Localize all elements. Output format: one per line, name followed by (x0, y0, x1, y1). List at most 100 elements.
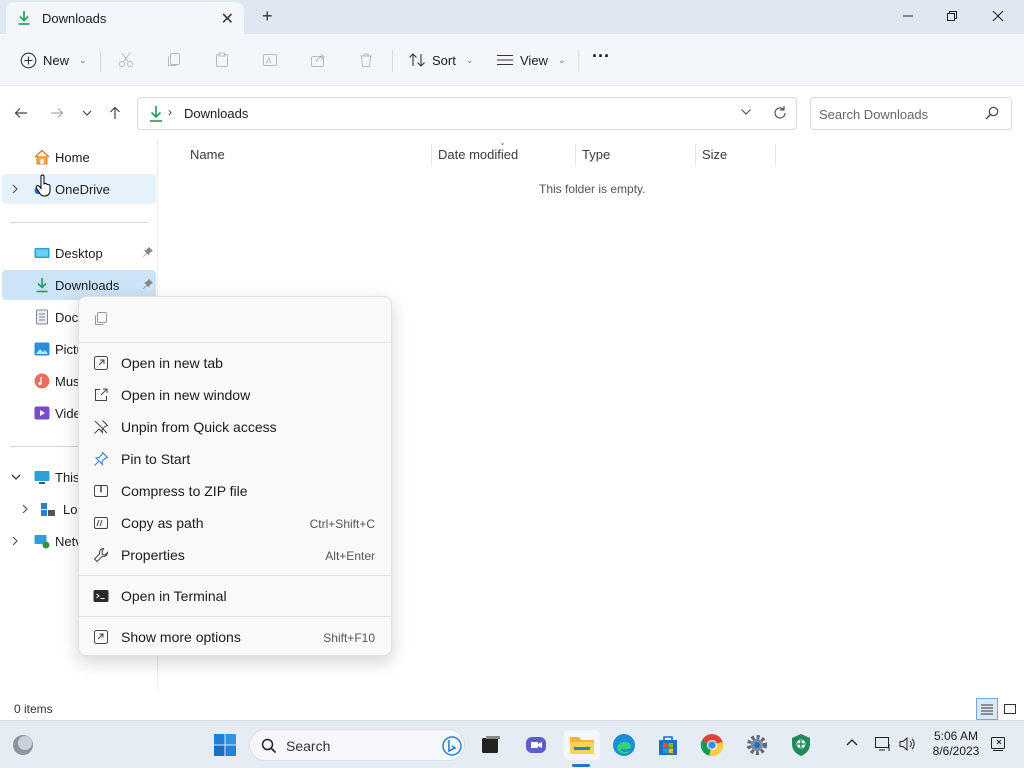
chevron-down-icon[interactable] (11, 473, 21, 481)
sidebar-item-label: Desktop (55, 245, 103, 261)
active-app-indicator (572, 764, 590, 767)
delete-icon (360, 53, 372, 67)
search-icon (261, 738, 277, 754)
taskbar-search[interactable]: Search (249, 729, 465, 761)
svg-text:A: A (266, 57, 272, 66)
task-view-button[interactable] (476, 730, 506, 760)
this-pc-icon (34, 471, 50, 484)
up-button[interactable] (104, 102, 126, 124)
chevron-right-icon[interactable] (21, 504, 29, 514)
delete-button[interactable] (356, 50, 376, 70)
arrow-left-icon (14, 108, 27, 118)
column-divider[interactable] (575, 144, 576, 166)
properties-icon (93, 547, 109, 563)
menu-item-label: Copy as path (121, 515, 204, 531)
minimize-button[interactable] (888, 4, 928, 28)
system-clock[interactable]: 5:06 AM 8/6/2023 (928, 729, 984, 759)
bing-icon (442, 736, 462, 756)
sidebar-separator (10, 222, 148, 223)
new-tab-button[interactable]: + (262, 6, 273, 27)
details-view-button[interactable] (976, 698, 998, 720)
volume-icon[interactable] (898, 736, 916, 752)
menu-item-shortcut: Alt+Enter (325, 549, 375, 563)
menu-separator (79, 342, 391, 343)
unpin-icon (94, 420, 109, 434)
chevron-up-icon[interactable] (846, 736, 858, 750)
sidebar-item-label: Doc (55, 309, 79, 325)
column-header-size[interactable]: Size (702, 147, 727, 162)
tab-downloads[interactable]: Downloads ✕ (6, 2, 244, 34)
column-header-date-modified[interactable]: Date modified (438, 147, 518, 162)
microsoft-store-button[interactable] (653, 730, 683, 760)
chevron-down-icon[interactable] (740, 107, 752, 117)
menu-item-show-more-options[interactable]: Show more options Shift+F10 (85, 622, 385, 652)
edge-button[interactable] (609, 730, 639, 760)
breadcrumb-downloads[interactable]: Downloads (184, 106, 248, 121)
menu-item-compress-zip[interactable]: Compress to ZIP file (85, 476, 385, 506)
cut-icon (119, 52, 133, 67)
notification-icon[interactable] (990, 736, 1006, 752)
column-header-name[interactable]: Name (190, 147, 225, 162)
sidebar-item-label: Lo (63, 501, 78, 517)
taskbar-search-label: Search (286, 738, 331, 754)
chevron-right-icon[interactable] (11, 184, 19, 194)
search-input[interactable] (819, 105, 979, 123)
sort-icon (409, 53, 425, 67)
menu-item-open-terminal[interactable]: Open in Terminal (85, 581, 385, 611)
plus-circle-icon (20, 52, 37, 68)
recent-locations-button[interactable] (76, 102, 98, 124)
menu-item-label: Properties (121, 547, 185, 563)
downloads-icon (150, 106, 162, 122)
chat-button[interactable] (521, 730, 551, 760)
new-button[interactable]: New ⌄ (20, 48, 87, 72)
start-button[interactable] (210, 730, 240, 760)
close-tab-button[interactable]: ✕ (221, 9, 234, 29)
column-header-type[interactable]: Type (582, 147, 610, 162)
back-button[interactable] (10, 102, 32, 124)
view-button[interactable]: View ⌄ (496, 48, 566, 72)
paste-button[interactable] (212, 50, 232, 70)
network-status-icon[interactable] (874, 736, 892, 752)
file-explorer-taskbar-button[interactable] (564, 730, 600, 760)
chevron-right-icon[interactable] (11, 536, 19, 546)
sidebar-item-home[interactable]: Home (2, 142, 156, 172)
menu-item-label: Compress to ZIP file (121, 483, 248, 499)
refresh-icon[interactable] (772, 104, 788, 122)
copy-button[interactable] (93, 311, 109, 330)
column-divider[interactable] (695, 144, 696, 166)
menu-item-pin-to-start[interactable]: Pin to Start (85, 444, 385, 474)
menu-item-unpin-quick-access[interactable]: Unpin from Quick access (85, 412, 385, 442)
forward-button[interactable] (46, 102, 68, 124)
menu-item-properties[interactable]: Properties Alt+Enter (85, 540, 385, 570)
search-icon[interactable] (985, 106, 999, 120)
menu-item-label: Pin to Start (121, 451, 191, 467)
close-window-button[interactable] (978, 4, 1018, 28)
share-button[interactable] (308, 50, 328, 70)
sidebar-item-onedrive[interactable]: OneDrive (2, 174, 156, 204)
copy-button[interactable] (164, 50, 184, 70)
task-view-icon (482, 736, 500, 753)
security-app-button[interactable] (786, 730, 816, 760)
menu-item-open-new-tab[interactable]: Open in new tab (85, 348, 385, 378)
address-bar[interactable]: › Downloads (137, 97, 797, 130)
column-divider[interactable] (431, 144, 432, 166)
tiles-view-button[interactable] (999, 698, 1021, 720)
rename-button[interactable]: A (260, 50, 280, 70)
search-box[interactable] (810, 97, 1012, 130)
sort-button[interactable]: Sort ⌄ (408, 48, 473, 72)
settings-button[interactable] (742, 730, 772, 760)
sidebar-item-desktop[interactable]: Desktop (2, 238, 156, 268)
clock-time: 5:06 AM (933, 729, 979, 743)
restore-button[interactable] (932, 4, 972, 28)
widgets-button[interactable] (8, 730, 38, 760)
divider (578, 50, 579, 72)
see-more-button[interactable]: ··· (592, 44, 610, 68)
new-label: New (43, 52, 70, 68)
sidebar-item-label: Downloads (55, 277, 120, 293)
menu-item-open-new-window[interactable]: Open in new window (85, 380, 385, 410)
chrome-button[interactable] (697, 730, 727, 760)
cut-button[interactable] (116, 50, 136, 70)
sidebar-item-label: OneDrive (55, 181, 110, 197)
column-divider[interactable] (775, 144, 776, 166)
menu-item-copy-as-path[interactable]: Copy as path Ctrl+Shift+C (85, 508, 385, 538)
